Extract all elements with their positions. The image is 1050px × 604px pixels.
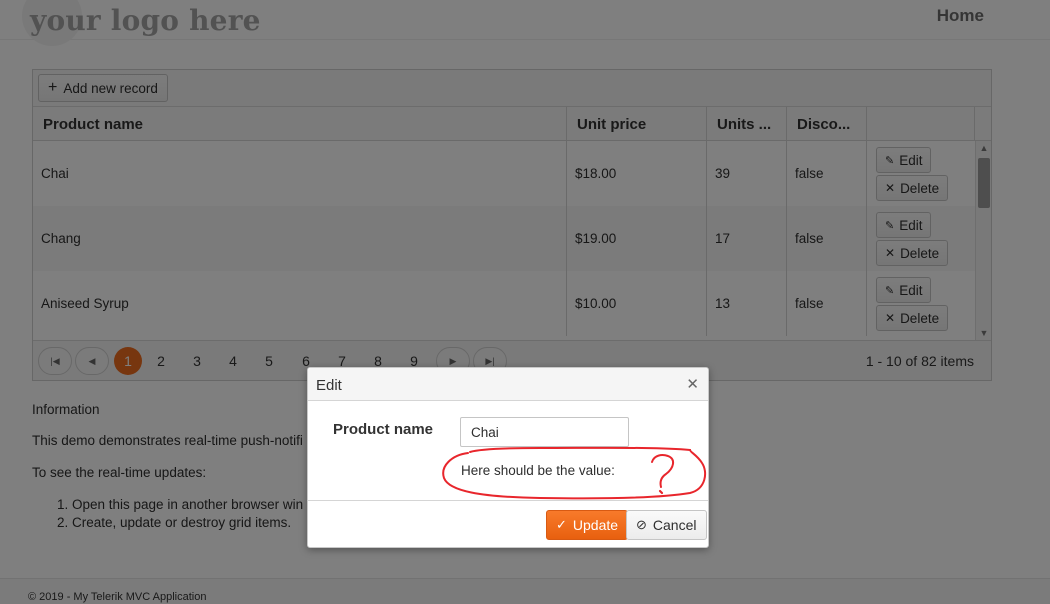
- update-label: Update: [572, 517, 619, 533]
- cancel-label: Cancel: [652, 517, 697, 533]
- edit-dialog: Edit ✕ Product name Here should be the v…: [307, 367, 709, 548]
- dialog-divider: [308, 500, 708, 501]
- dialog-title: Edit: [316, 377, 342, 394]
- cancel-button[interactable]: ⊘ Cancel: [626, 510, 707, 540]
- close-icon[interactable]: ✕: [686, 375, 699, 393]
- product-name-label: Product name: [333, 421, 434, 438]
- update-button[interactable]: ✓ Update: [546, 510, 629, 540]
- value-hint-text: Here should be the value:: [461, 463, 615, 478]
- check-icon: ✓: [556, 517, 567, 532]
- cancel-icon: ⊘: [636, 517, 647, 532]
- product-name-field[interactable]: [460, 417, 629, 447]
- dialog-titlebar: Edit ✕: [308, 368, 708, 401]
